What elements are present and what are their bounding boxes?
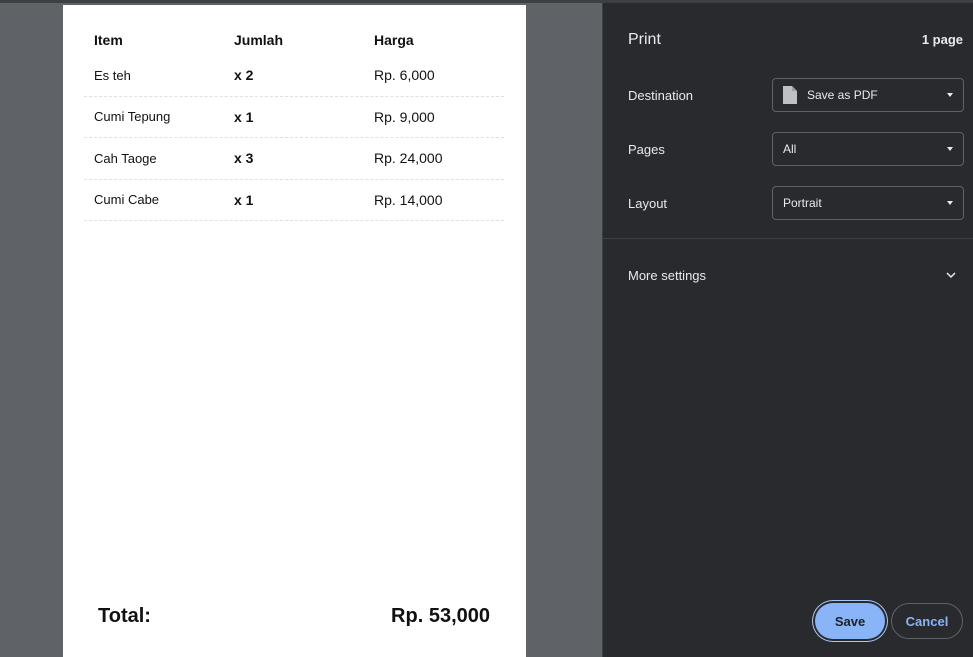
cancel-button[interactable]: Cancel — [891, 603, 963, 639]
layout-value: Portrait — [783, 196, 822, 210]
table-row: Cah Taoge x 3 Rp. 24,000 — [84, 138, 504, 180]
dropdown-caret-icon — [947, 201, 953, 205]
pages-value: All — [783, 142, 797, 156]
preview-page: Item Jumlah Harga Es teh x 2 Rp. 6,000 C… — [63, 5, 526, 657]
dropdown-caret-icon — [947, 93, 953, 97]
document-icon — [783, 86, 797, 104]
row-item: Es teh — [94, 67, 131, 83]
receipt-table-header: Item Jumlah Harga — [84, 25, 504, 55]
print-title: Print — [628, 31, 661, 48]
row-price: Rp. 9,000 — [374, 108, 435, 125]
row-price: Rp. 14,000 — [374, 191, 443, 208]
row-qty: x 3 — [234, 150, 254, 167]
total-label: Total: — [98, 605, 151, 627]
receipt-table: Item Jumlah Harga Es teh x 2 Rp. 6,000 C… — [84, 25, 504, 221]
layout-select[interactable]: Portrait — [772, 186, 964, 220]
row-qty: x 1 — [234, 108, 254, 125]
row-item: Cumi Tepung — [94, 109, 171, 125]
row-qty: x 1 — [234, 191, 254, 208]
dropdown-caret-icon — [947, 147, 953, 151]
pages-label: Pages — [628, 142, 665, 157]
header-qty: Jumlah — [234, 32, 284, 48]
total-value: Rp. 53,000 — [391, 605, 490, 627]
print-preview-area[interactable]: Item Jumlah Harga Es teh x 2 Rp. 6,000 C… — [0, 3, 602, 657]
destination-select[interactable]: Save as PDF — [772, 78, 964, 112]
destination-value: Save as PDF — [807, 88, 878, 102]
save-button[interactable]: Save — [815, 603, 885, 639]
print-settings-panel: Print 1 page Destination Save as PDF Pag… — [602, 3, 973, 657]
row-price: Rp. 24,000 — [374, 150, 443, 167]
destination-label: Destination — [628, 88, 694, 103]
row-qty: x 2 — [234, 67, 254, 84]
row-item: Cah Taoge — [94, 150, 157, 166]
layout-label: Layout — [628, 196, 668, 211]
header-price: Harga — [374, 32, 414, 48]
row-item: Cumi Cabe — [94, 192, 160, 208]
row-price: Rp. 6,000 — [374, 67, 435, 84]
pages-select[interactable]: All — [772, 132, 964, 166]
more-settings-toggle[interactable]: More settings — [628, 268, 706, 283]
settings-divider — [603, 238, 973, 239]
table-row: Cumi Cabe x 1 Rp. 14,000 — [84, 180, 504, 221]
chevron-down-icon[interactable] — [945, 268, 957, 280]
header-item: Item — [94, 32, 123, 48]
table-row: Es teh x 2 Rp. 6,000 — [84, 55, 504, 97]
receipt-total: Total: Rp. 53,000 — [98, 605, 490, 628]
table-row: Cumi Tepung x 1 Rp. 9,000 — [84, 97, 504, 138]
page-count: 1 page — [921, 32, 963, 47]
